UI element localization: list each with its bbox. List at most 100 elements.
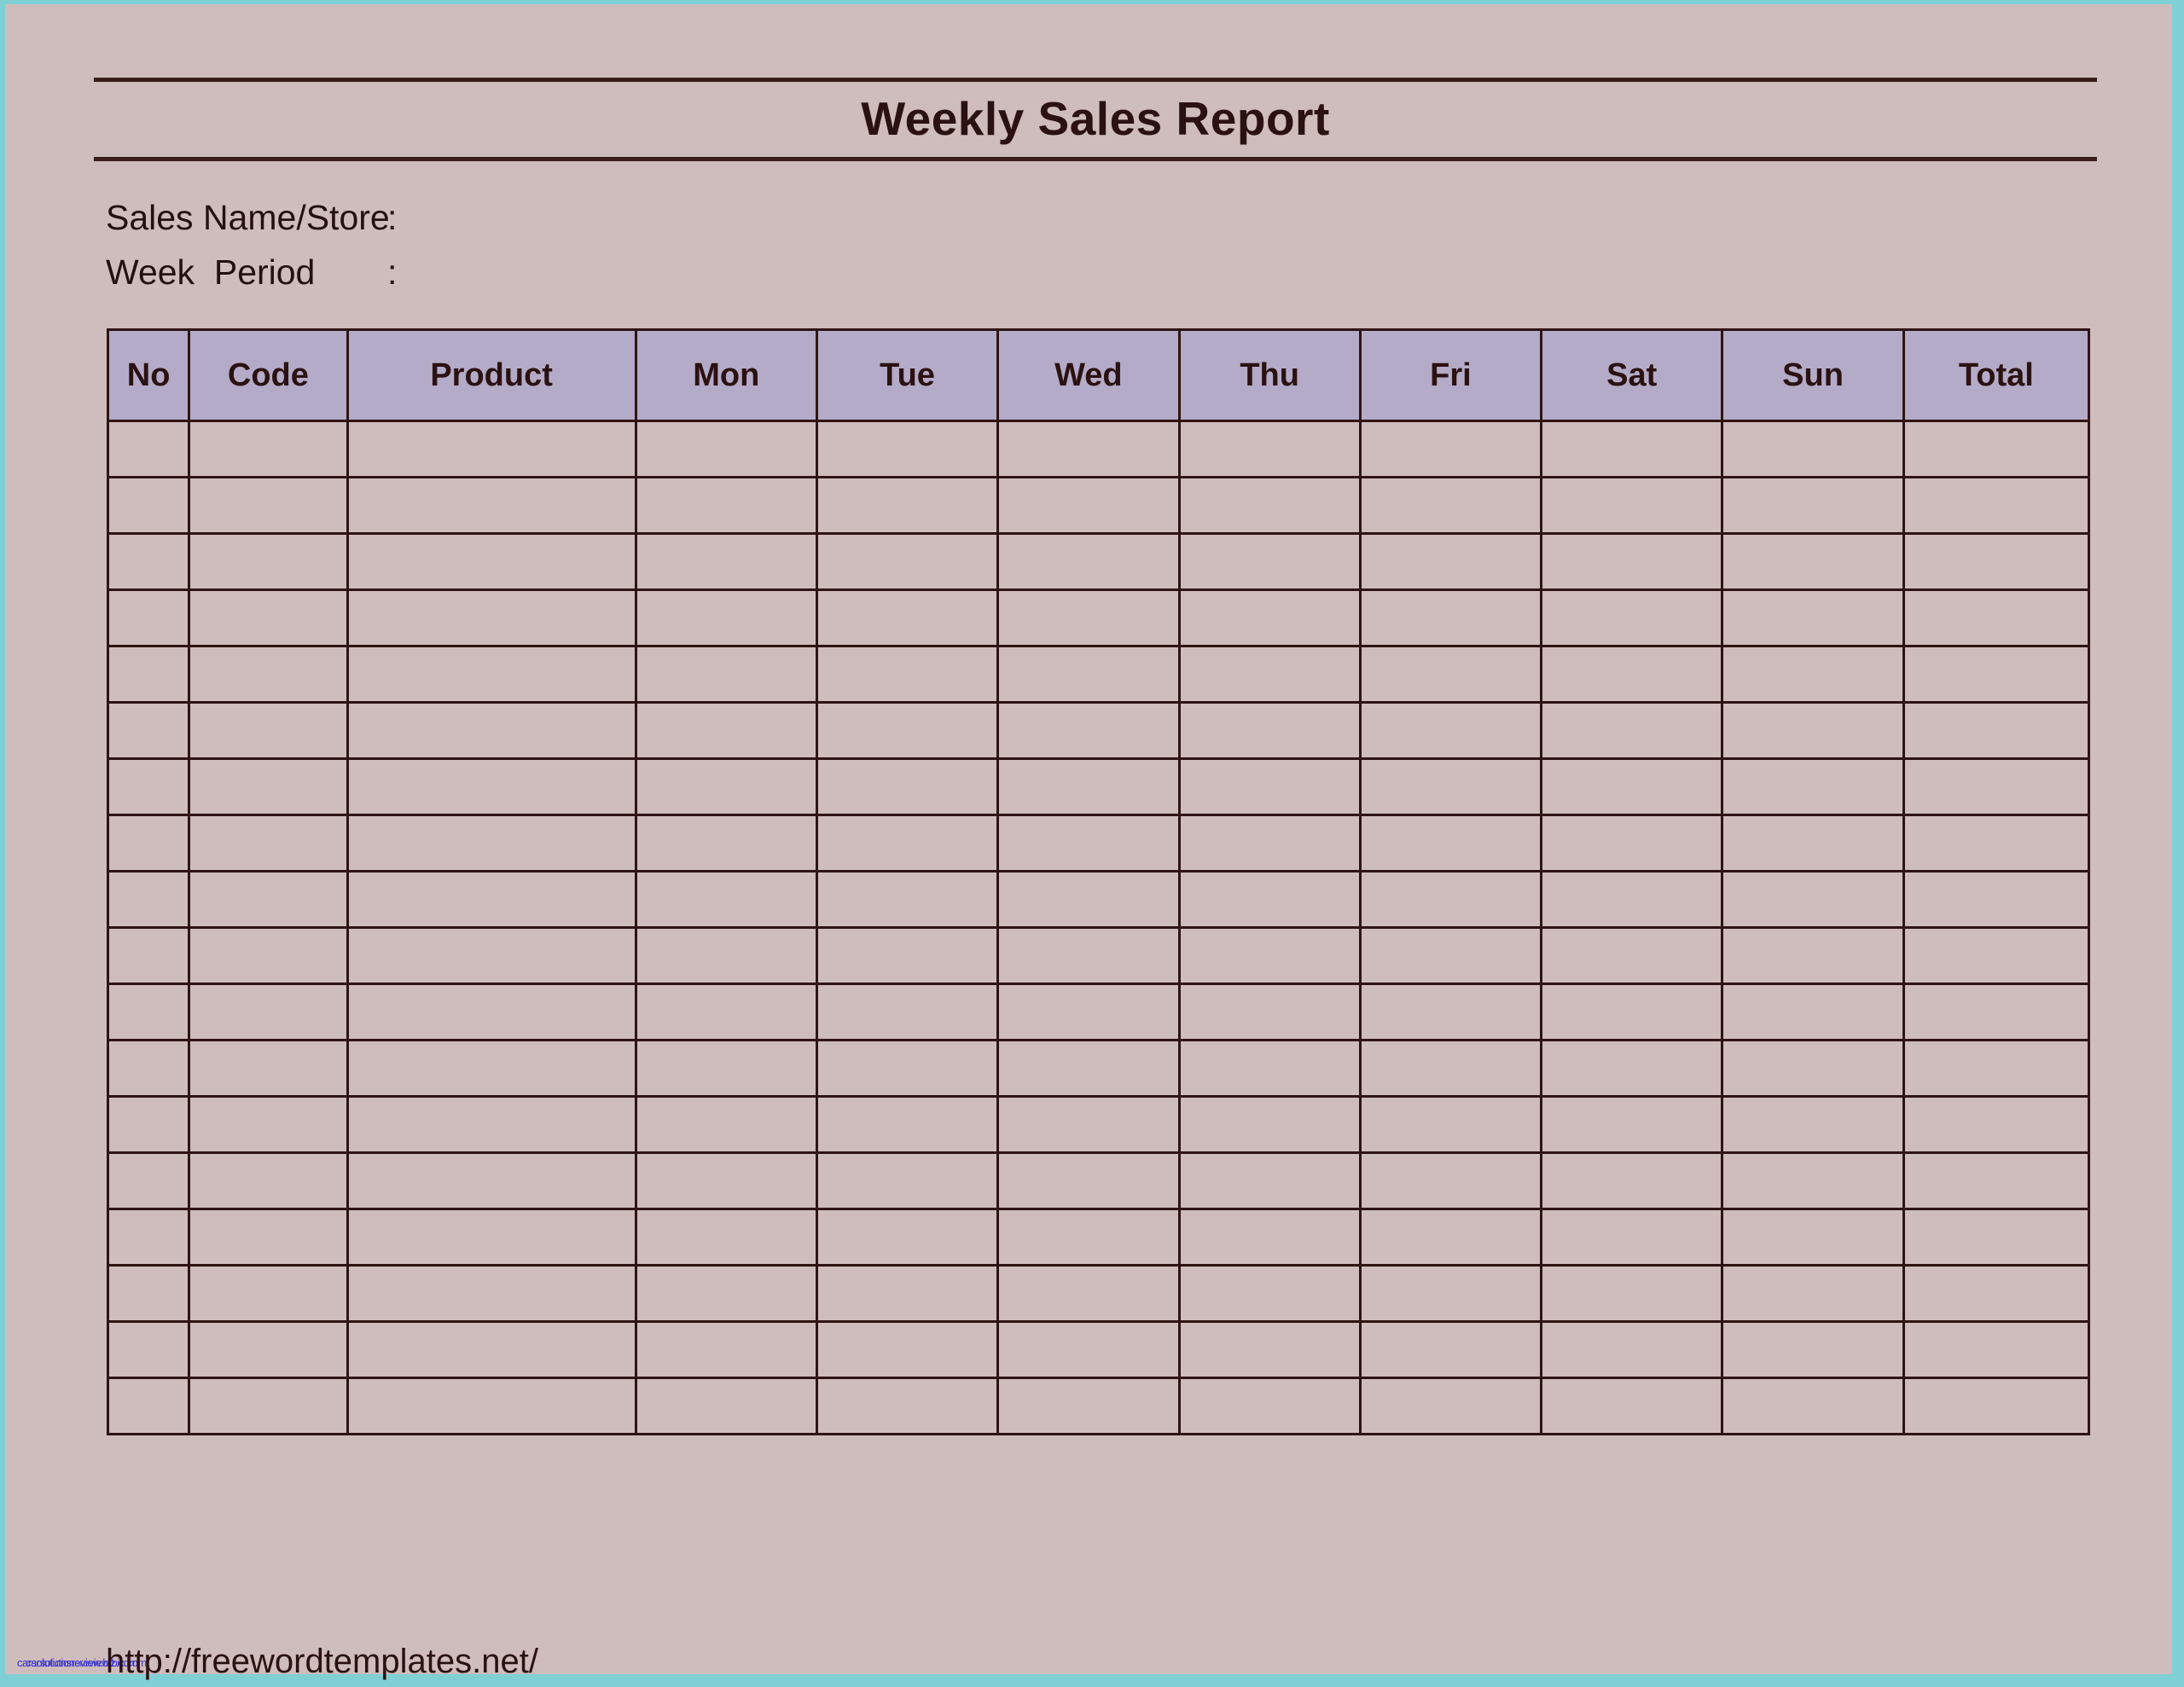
cell-total[interactable] — [1902, 814, 2091, 872]
cell-fri[interactable] — [1358, 1039, 1543, 1098]
cell-thu[interactable] — [1177, 476, 1362, 535]
cell-tue[interactable] — [815, 476, 1000, 535]
cell-sun[interactable] — [1721, 1208, 1905, 1267]
cell-tue[interactable] — [815, 870, 1000, 929]
cell-code[interactable] — [188, 983, 349, 1041]
cell-product[interactable] — [346, 645, 637, 704]
cell-wed[interactable] — [996, 645, 1181, 704]
cell-sun[interactable] — [1721, 870, 1905, 929]
cell-no[interactable] — [106, 814, 191, 872]
cell-wed[interactable] — [996, 814, 1181, 872]
cell-no[interactable] — [106, 420, 191, 478]
cell-thu[interactable] — [1177, 983, 1362, 1041]
cell-no[interactable] — [106, 476, 191, 535]
cell-mon[interactable] — [634, 645, 818, 704]
cell-sun[interactable] — [1721, 983, 1905, 1041]
cell-no[interactable] — [106, 532, 191, 591]
cell-total[interactable] — [1902, 1039, 2091, 1098]
cell-wed[interactable] — [996, 701, 1181, 760]
cell-thu[interactable] — [1177, 701, 1362, 760]
cell-code[interactable] — [188, 926, 349, 985]
cell-tue[interactable] — [815, 588, 1000, 647]
cell-thu[interactable] — [1177, 926, 1362, 985]
cell-tue[interactable] — [815, 1039, 1000, 1098]
cell-sat[interactable] — [1540, 814, 1724, 872]
cell-tue[interactable] — [815, 1320, 1000, 1379]
cell-wed[interactable] — [996, 1151, 1181, 1210]
cell-code[interactable] — [188, 588, 349, 647]
cell-no[interactable] — [106, 926, 191, 985]
cell-fri[interactable] — [1358, 814, 1543, 872]
cell-wed[interactable] — [996, 420, 1181, 478]
cell-wed[interactable] — [996, 983, 1181, 1041]
cell-code[interactable] — [188, 814, 349, 872]
cell-product[interactable] — [346, 1208, 637, 1267]
cell-sat[interactable] — [1540, 870, 1724, 929]
cell-no[interactable] — [106, 1208, 191, 1267]
cell-sun[interactable] — [1721, 926, 1905, 985]
cell-no[interactable] — [106, 1151, 191, 1210]
footer-url[interactable]: http://freewordtemplates.net/ — [106, 1643, 538, 1681]
cell-tue[interactable] — [815, 814, 1000, 872]
cell-thu[interactable] — [1177, 1095, 1362, 1154]
cell-total[interactable] — [1902, 588, 2091, 647]
cell-no[interactable] — [106, 645, 191, 704]
cell-sat[interactable] — [1540, 1320, 1724, 1379]
cell-wed[interactable] — [996, 1095, 1181, 1154]
cell-total[interactable] — [1902, 870, 2091, 929]
cell-sun[interactable] — [1721, 1377, 1905, 1435]
cell-total[interactable] — [1902, 1264, 2091, 1323]
column-header-tue[interactable]: Tue — [815, 328, 1000, 422]
cell-thu[interactable] — [1177, 1208, 1362, 1267]
cell-fri[interactable] — [1358, 1320, 1543, 1379]
cell-total[interactable] — [1902, 701, 2091, 760]
column-header-mon[interactable]: Mon — [634, 328, 818, 422]
cell-total[interactable] — [1902, 1095, 2091, 1154]
column-header-code[interactable]: Code — [188, 328, 349, 422]
cell-mon[interactable] — [634, 420, 818, 478]
cell-product[interactable] — [346, 476, 637, 535]
cell-code[interactable] — [188, 701, 349, 760]
cell-sun[interactable] — [1721, 757, 1905, 816]
cell-no[interactable] — [106, 588, 191, 647]
cell-fri[interactable] — [1358, 983, 1543, 1041]
cell-wed[interactable] — [996, 1208, 1181, 1267]
cell-fri[interactable] — [1358, 757, 1543, 816]
cell-total[interactable] — [1902, 532, 2091, 591]
cell-mon[interactable] — [634, 1151, 818, 1210]
cell-tue[interactable] — [815, 926, 1000, 985]
cell-total[interactable] — [1902, 757, 2091, 816]
cell-tue[interactable] — [815, 1208, 1000, 1267]
cell-fri[interactable] — [1358, 420, 1543, 478]
cell-fri[interactable] — [1358, 1377, 1543, 1435]
cell-fri[interactable] — [1358, 588, 1543, 647]
cell-mon[interactable] — [634, 814, 818, 872]
cell-code[interactable] — [188, 645, 349, 704]
cell-no[interactable] — [106, 757, 191, 816]
cell-code[interactable] — [188, 1151, 349, 1210]
cell-wed[interactable] — [996, 1377, 1181, 1435]
cell-total[interactable] — [1902, 926, 2091, 985]
cell-tue[interactable] — [815, 420, 1000, 478]
column-header-wed[interactable]: Wed — [996, 328, 1181, 422]
cell-total[interactable] — [1902, 476, 2091, 535]
cell-sun[interactable] — [1721, 588, 1905, 647]
cell-product[interactable] — [346, 1039, 637, 1098]
cell-sun[interactable] — [1721, 420, 1905, 478]
cell-total[interactable] — [1902, 983, 2091, 1041]
cell-tue[interactable] — [815, 1377, 1000, 1435]
cell-wed[interactable] — [996, 1264, 1181, 1323]
cell-sat[interactable] — [1540, 701, 1724, 760]
cell-thu[interactable] — [1177, 1264, 1362, 1323]
cell-mon[interactable] — [634, 1377, 818, 1435]
cell-product[interactable] — [346, 701, 637, 760]
cell-tue[interactable] — [815, 757, 1000, 816]
cell-wed[interactable] — [996, 757, 1181, 816]
cell-fri[interactable] — [1358, 476, 1543, 535]
cell-mon[interactable] — [634, 532, 818, 591]
cell-mon[interactable] — [634, 1039, 818, 1098]
cell-sat[interactable] — [1540, 1095, 1724, 1154]
cell-sat[interactable] — [1540, 1208, 1724, 1267]
cell-wed[interactable] — [996, 532, 1181, 591]
cell-sat[interactable] — [1540, 476, 1724, 535]
